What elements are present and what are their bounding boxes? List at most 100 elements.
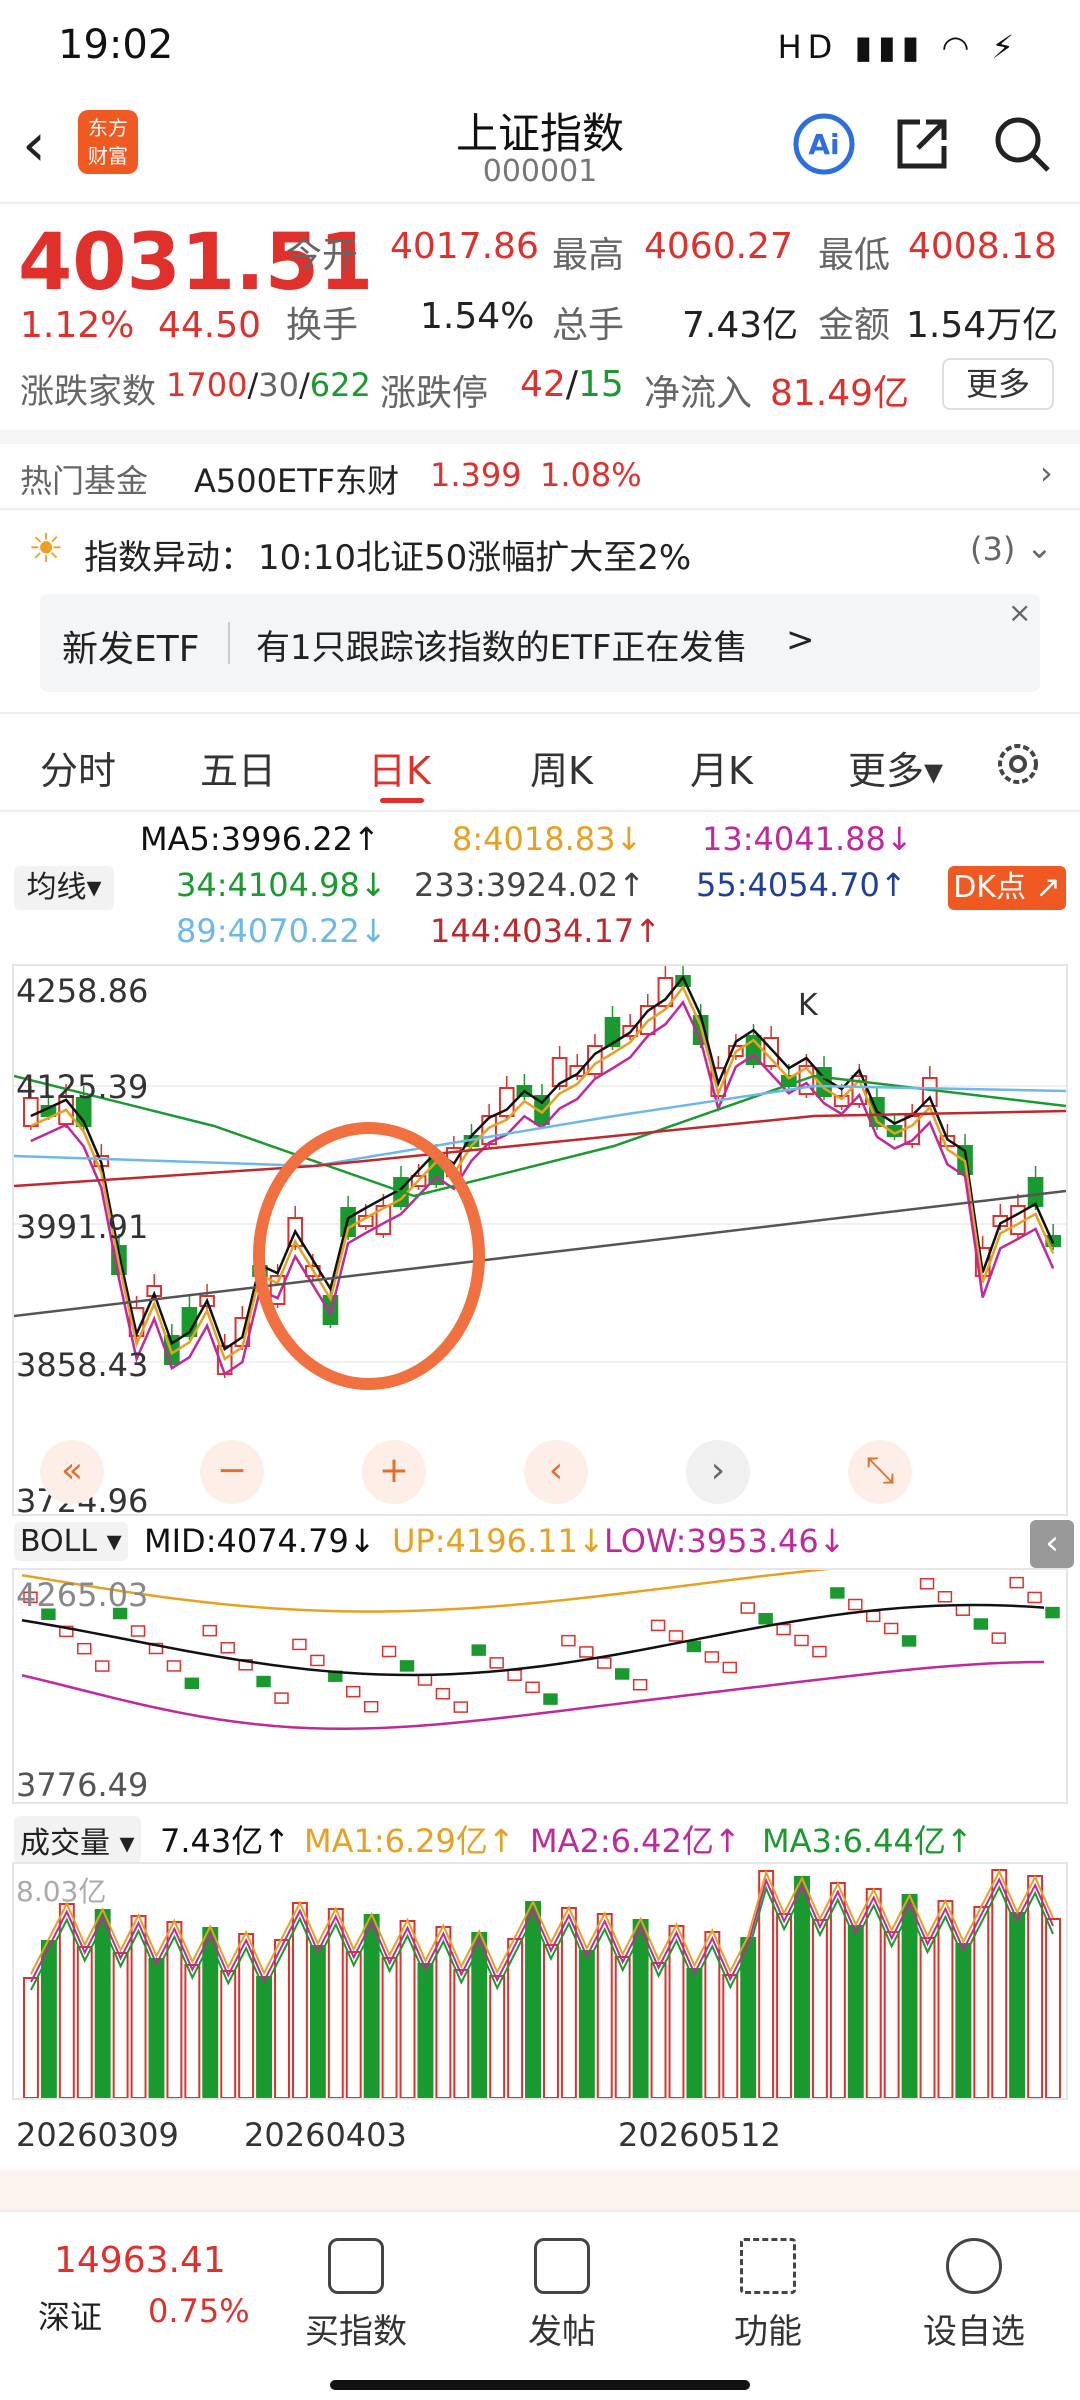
collapse-arrow-icon[interactable]: ‹ <box>1030 1520 1074 1568</box>
boll-candle <box>883 1622 899 1635</box>
amount-value: 1.54万亿 <box>906 305 1059 346</box>
etf-banner[interactable]: 新发ETF 有1只跟踪该指数的ETF正在发售 > × <box>40 594 1040 692</box>
ma144-label: 144:4034.17↑ <box>430 912 661 950</box>
boll-selector[interactable]: BOLL ▾ <box>14 1522 128 1561</box>
alert-label: 指数异动： <box>84 538 254 578</box>
open-label: 今开 <box>286 235 359 276</box>
boll-candle <box>489 1657 504 1669</box>
boll-candle <box>310 1654 325 1667</box>
boll-candle <box>848 1598 863 1611</box>
breadth-flat: 30 <box>258 366 299 404</box>
boll-candle <box>363 1700 379 1713</box>
boll-panel[interactable] <box>12 1568 1068 1804</box>
boll-candle <box>632 1678 648 1691</box>
boll-low: LOW:3953.46↓ <box>604 1522 846 1560</box>
zoom-in-button[interactable]: + <box>362 1440 426 1504</box>
close-icon[interactable]: × <box>1008 596 1031 629</box>
high-label: 最高 <box>552 235 625 276</box>
ai-icon[interactable]: Ai <box>792 112 856 176</box>
boll-candle <box>901 1635 917 1647</box>
boll-up-line <box>21 1570 830 1613</box>
tab-5[interactable]: 更多▾ <box>848 740 943 795</box>
status-icons: HD ▮▮▮ ◠ ⚡ <box>777 28 1020 66</box>
settings-gear-icon[interactable] <box>992 738 1044 790</box>
volume-bar <box>256 1976 273 2098</box>
functions-button[interactable]: 功能 <box>698 2238 838 2353</box>
post-button[interactable]: 发帖 <box>492 2238 632 2353</box>
home-indicator <box>330 2380 750 2390</box>
bottom-index-pct: 0.75% <box>148 2292 250 2330</box>
date-label-1: 20260309 <box>16 2116 179 2154</box>
boll-candle <box>184 1677 200 1690</box>
tab-1[interactable]: 五日 <box>200 740 276 795</box>
trend-chart-icon <box>328 2238 384 2294</box>
boll-candle <box>758 1612 773 1625</box>
boll-candle <box>740 1602 755 1614</box>
volume-bar <box>1045 1918 1062 2098</box>
boll-candle <box>471 1644 486 1656</box>
volume-bar <box>1027 1875 1044 2098</box>
scroll-right-button[interactable]: › <box>686 1440 750 1504</box>
boll-candle <box>543 1693 558 1705</box>
boll-candle <box>525 1681 540 1694</box>
boll-candle <box>794 1634 809 1647</box>
boll-candle <box>686 1640 702 1653</box>
bottom-index-widget[interactable]: 14963.41 深证 0.75% <box>20 2240 260 2360</box>
limit-label: 涨跌停 <box>380 373 489 414</box>
boll-candle <box>1027 1591 1042 1604</box>
kline-y-4: 3858.43 <box>16 1346 149 1384</box>
status-time: 19:02 <box>58 22 174 68</box>
scroll-left-fast-button[interactable]: « <box>40 1440 104 1504</box>
dk-point-button[interactable]: DK点 ↗ <box>948 866 1066 910</box>
boll-chart <box>21 1570 1060 1731</box>
volume-bar <box>794 1876 810 2098</box>
tab-3[interactable]: 周K <box>530 740 593 795</box>
kline-y-3: 3991.91 <box>16 1208 149 1246</box>
amount-label: 金额 <box>818 305 891 346</box>
index-alert-row[interactable]: ☀ 指数异动： 10:10北证50涨幅扩大至2% (3) ⌄ <box>0 516 1080 586</box>
boll-candle <box>274 1692 289 1704</box>
kline-panel[interactable] <box>12 964 1068 1516</box>
buy-index-label: 买指数 <box>305 2312 407 2352</box>
more-button[interactable]: 更多 <box>942 358 1054 410</box>
alert-text: 10:10北证50涨幅扩大至2% <box>258 538 692 578</box>
search-icon[interactable] <box>990 112 1054 176</box>
active-tab-underline <box>380 798 424 803</box>
volume-bar <box>309 1945 326 2098</box>
add-watchlist-button[interactable]: 设自选 <box>904 2238 1044 2353</box>
volume-selector[interactable]: 成交量 ▾ <box>14 1816 141 1864</box>
boll-candle <box>561 1634 576 1647</box>
boll-y-bottom: 3776.49 <box>16 1766 149 1804</box>
vol-ma3-line <box>30 1885 1054 1992</box>
ma-selector[interactable]: 均线▾ <box>14 866 114 910</box>
grid-icon <box>740 2238 796 2294</box>
hot-fund-row[interactable]: 热门基金 A500ETF东财 1.399 1.08% › <box>0 444 1080 506</box>
zoom-out-button[interactable]: − <box>200 1440 264 1504</box>
bottom-bar: 14963.41 深证 0.75% 买指数 发帖 功能 设自选 <box>0 2210 1080 2400</box>
inflow-value: 81.49亿 <box>770 373 910 414</box>
volume-bar <box>865 1888 882 2098</box>
more-dots-icon <box>946 2238 1002 2294</box>
boll-up: UP:4196.11↓ <box>392 1522 605 1560</box>
etf-divider <box>228 622 230 664</box>
buy-index-button[interactable]: 买指数 <box>286 2238 426 2353</box>
tab-4[interactable]: 月K <box>690 740 753 795</box>
boll-candle <box>292 1638 307 1651</box>
kline-marker: K <box>798 988 818 1023</box>
tab-2[interactable]: 日K <box>368 740 431 795</box>
volume-label: 总手 <box>552 305 625 346</box>
tab-0[interactable]: 分时 <box>40 740 116 795</box>
volume-ma1: MA1:6.29亿↑ <box>304 1822 515 1860</box>
boll-y-top: 4265.03 <box>16 1576 149 1614</box>
volume-bar <box>489 1975 506 2098</box>
volume-y-top: 8.03亿 <box>16 1875 107 1908</box>
volume-panel[interactable] <box>12 1862 1068 2100</box>
boll-candle <box>453 1701 469 1713</box>
boll-candle <box>77 1642 92 1655</box>
fullscreen-button[interactable]: ⤡ <box>848 1440 912 1504</box>
boll-candle <box>650 1619 666 1632</box>
bottom-index-value: 14963.41 <box>54 2240 226 2281</box>
share-icon[interactable] <box>890 112 954 176</box>
scroll-left-button[interactable]: ‹ <box>524 1440 588 1504</box>
volume-bar <box>1009 1912 1026 2098</box>
